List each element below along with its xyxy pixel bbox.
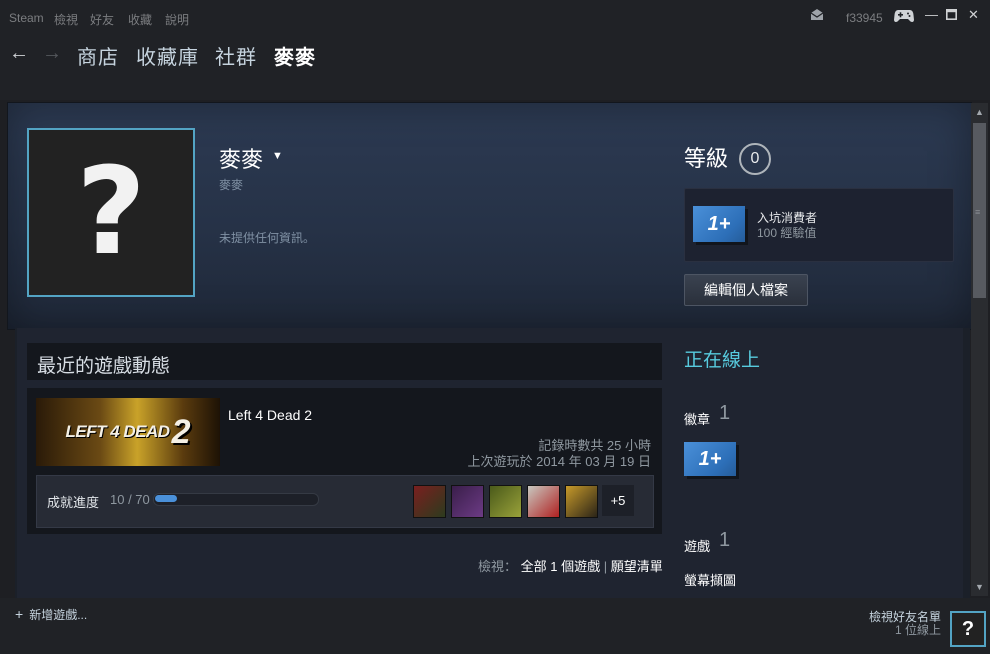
level-value[interactable]: 0: [739, 143, 771, 175]
menu-view[interactable]: 檢視: [54, 11, 78, 28]
nav-community[interactable]: 社群: [215, 41, 257, 70]
avatar[interactable]: ?: [27, 128, 195, 297]
nav-profile[interactable]: 麥麥: [274, 41, 316, 70]
profile-real-name: 麥麥: [219, 178, 244, 192]
friends-online-count: 1 位線上: [894, 623, 941, 637]
menu-steam[interactable]: Steam: [9, 11, 44, 25]
view-separator: |: [603, 559, 608, 574]
friends-avatar[interactable]: ?: [950, 611, 986, 647]
badges-label[interactable]: 徽章: [684, 409, 710, 428]
menu-help[interactable]: 說明: [165, 11, 189, 28]
games-label[interactable]: 遊戲: [684, 536, 710, 555]
game-last-played: 上次遊玩於 2014 年 03 月 19 日: [467, 454, 651, 469]
nav-library[interactable]: 收藏庫: [136, 41, 199, 70]
game-capsule-image[interactable]: LEFT 4 DEAD 2: [36, 398, 220, 466]
achievement-icon-2[interactable]: [451, 485, 484, 518]
level-badge-icon: 1+: [693, 206, 745, 242]
view-prefix: 檢視：: [478, 559, 518, 574]
level-badge-xp: 100 經驗值: [757, 226, 817, 240]
game-name[interactable]: Left 4 Dead 2: [228, 407, 312, 423]
view-links: 檢視： 全部 1 個遊戲 | 願望清單: [478, 556, 663, 575]
badge-icon[interactable]: 1+: [684, 442, 736, 476]
forward-arrow-icon[interactable]: →: [42, 42, 62, 65]
achievement-icon-3[interactable]: [489, 485, 522, 518]
screenshots-label[interactable]: 螢幕擷圖: [684, 570, 736, 589]
back-arrow-icon[interactable]: ←: [9, 42, 29, 65]
achievement-icon-1[interactable]: [413, 485, 446, 518]
chevron-down-icon[interactable]: ▼: [272, 150, 283, 162]
achievements-count: 10 / 70: [110, 492, 150, 507]
mail-icon[interactable]: [810, 9, 824, 24]
achievements-progress-fill: [155, 495, 177, 502]
game-capsule-logo-number: 2: [171, 412, 191, 451]
games-count[interactable]: 1: [719, 529, 730, 552]
scroll-down-icon[interactable]: ▼: [971, 578, 988, 596]
plus-icon: +: [15, 606, 24, 622]
username[interactable]: f33945: [846, 11, 883, 25]
add-game-button[interactable]: + 新增遊戲...: [15, 606, 87, 623]
achievements-label: 成就進度: [47, 495, 100, 510]
profile-summary: 未提供任何資訊。: [219, 231, 316, 245]
profile-name[interactable]: 麥麥: [219, 142, 263, 174]
achievement-icon-4[interactable]: [527, 485, 560, 518]
achievements-more-button[interactable]: +5: [602, 485, 634, 516]
gamepad-icon[interactable]: [894, 9, 914, 26]
view-wishlist-link[interactable]: 願望清單: [611, 559, 663, 574]
online-status: 正在線上: [684, 350, 761, 371]
close-icon[interactable]: ✕: [968, 7, 979, 23]
level-label: 等級: [684, 146, 729, 171]
nav-store[interactable]: 商店: [77, 41, 119, 70]
badges-count[interactable]: 1: [719, 402, 730, 425]
scrollbar-grip-icon: ≡: [975, 207, 981, 217]
bottom-bar: [0, 598, 990, 654]
achievements-progress-track: [153, 493, 319, 506]
avatar-placeholder-icon: ?: [76, 142, 146, 282]
scroll-up-icon[interactable]: ▲: [971, 103, 988, 121]
edit-profile-button[interactable]: 編輯個人檔案: [684, 274, 808, 306]
minimize-icon[interactable]: —: [925, 7, 938, 22]
menu-games[interactable]: 收藏: [128, 11, 152, 28]
maximize-icon[interactable]: [946, 8, 957, 23]
achievement-icon-5[interactable]: [565, 485, 598, 518]
add-game-label: 新增遊戲...: [29, 608, 88, 622]
game-capsule-logo: LEFT 4 DEAD: [65, 422, 171, 441]
view-all-games-link[interactable]: 全部 1 個遊戲: [521, 559, 600, 574]
menu-friends[interactable]: 好友: [90, 11, 114, 28]
recent-activity-title: 最近的遊戲動態: [37, 356, 171, 377]
